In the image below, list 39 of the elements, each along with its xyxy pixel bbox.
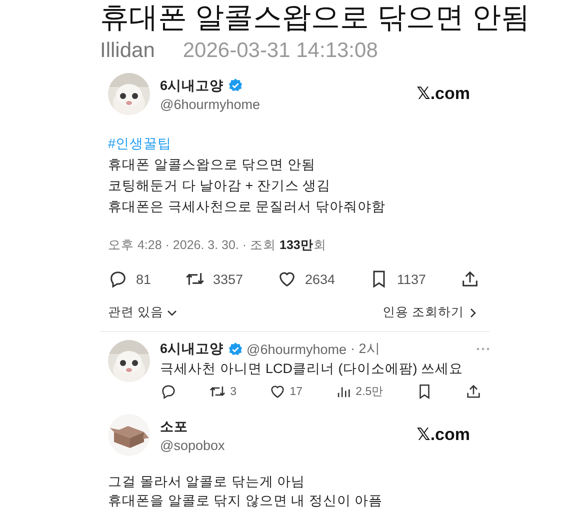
- speech-bubble-icon: [108, 269, 128, 289]
- tweet-text: 코팅해둔거 다 날아감 + 잔기스 생김: [108, 177, 332, 195]
- bookmark-button[interactable]: 1137: [368, 269, 426, 289]
- share-icon: [460, 269, 480, 289]
- account-handle: @sopobox: [160, 438, 226, 452]
- reply-handle: @6hourmyhome: [246, 342, 347, 356]
- quotes-link[interactable]: 인용 조회하기: [382, 304, 478, 321]
- like-button[interactable]: 2634: [276, 269, 336, 289]
- share-button[interactable]: [460, 269, 480, 289]
- author-name: Illidan: [100, 38, 155, 64]
- share-button[interactable]: [464, 383, 482, 400]
- reply-age: · 2시: [350, 340, 380, 358]
- chevron-down-icon: [167, 308, 178, 318]
- reply-button[interactable]: 81: [108, 269, 152, 289]
- account-name: 소포: [160, 418, 189, 436]
- tweet-text: 그걸 몰라서 알콜로 닦는게 아님: [108, 473, 306, 491]
- post-datetime: 2026-03-31 14:13:08: [182, 38, 378, 64]
- share-icon: [464, 383, 482, 400]
- related-link[interactable]: 관련 있음: [108, 304, 178, 321]
- account-handle: @6hourmyhome: [160, 96, 261, 112]
- like-button[interactable]: 17: [268, 383, 303, 400]
- tweet-meta: 오후 4:28 · 2026. 3. 30. · 조회 133만회: [108, 237, 328, 254]
- chevron-right-icon: [468, 308, 478, 318]
- views-button[interactable]: 2.5만: [334, 383, 384, 400]
- site-logo: 𝕏.com: [416, 425, 470, 445]
- account-name: 6시내고양: [160, 76, 224, 94]
- speech-bubble-icon: [160, 383, 177, 400]
- retweet-button[interactable]: 3: [209, 383, 237, 400]
- account-name: 6시내고양: [160, 340, 224, 358]
- tweet-text: 휴대폰 알콜스왑으로 닦으면 안됨: [108, 156, 316, 174]
- retweet-button[interactable]: 3357: [184, 269, 244, 289]
- post-title: 휴대폰 알콜스왑으로 닦으면 안됨: [100, 1, 532, 36]
- site-logo: 𝕏.com: [416, 84, 470, 104]
- heart-icon: [276, 269, 297, 289]
- tweet-text: 휴대폰을 알콜로 닦지 않으면 내 정신이 아픔: [108, 492, 384, 510]
- heart-icon: [268, 383, 286, 400]
- reply-text: 극세사천 아니면 LCD클리너 (다이소에팜) 쓰세요: [160, 360, 464, 378]
- tweet-text: 휴대폰은 극세사천으로 문질러서 닦아줘야함: [108, 198, 386, 216]
- reply-button[interactable]: [160, 383, 177, 400]
